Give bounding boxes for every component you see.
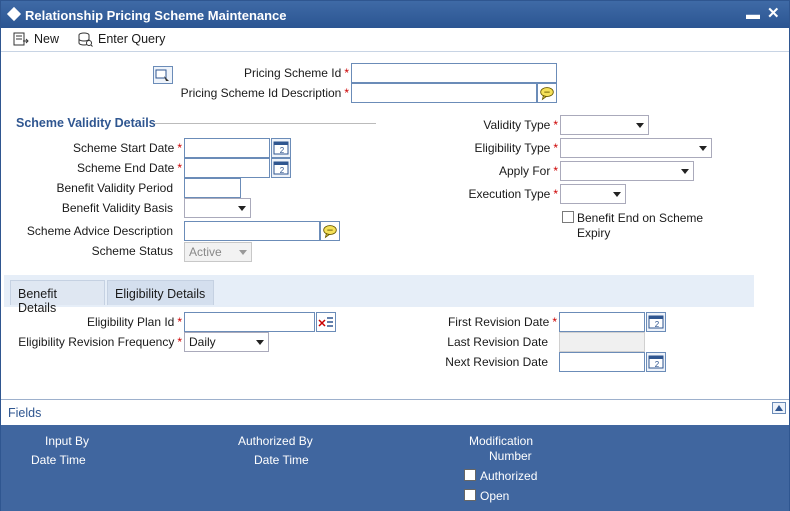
pricing-scheme-desc-input[interactable] — [351, 83, 537, 103]
chevron-down-icon — [699, 146, 707, 151]
window-title: Relationship Pricing Scheme Maintenance — [25, 8, 287, 23]
pricing-scheme-id-label: Pricing Scheme Id * — [243, 66, 349, 80]
scheme-advice-desc-label: Scheme Advice Description — [26, 224, 173, 238]
fields-link[interactable]: Fields — [8, 406, 41, 420]
pricing-scheme-id-input[interactable] — [351, 63, 557, 83]
apply-for-select[interactable] — [560, 161, 694, 181]
tab-strip: Benefit Details Eligibility Details — [4, 275, 754, 315]
calendar-icon[interactable]: 2 — [646, 352, 666, 372]
authorized-by-label: Authorized By — [238, 434, 313, 448]
advice-text-icon[interactable] — [320, 221, 340, 241]
calendar-icon[interactable]: 2 — [271, 158, 291, 178]
svg-text:2: 2 — [655, 320, 660, 329]
form-area: Pricing Scheme Id * Pricing Scheme Id Des… — [1, 53, 789, 273]
chevron-down-icon — [238, 206, 246, 211]
last-revision-date-label: Last Revision Date — [447, 335, 548, 349]
close-button[interactable]: ✕ — [767, 4, 780, 22]
new-record-icon — [13, 32, 29, 46]
window-diamond-icon — [6, 6, 22, 22]
scheme-advice-desc-input[interactable] — [184, 221, 320, 241]
svg-text:2: 2 — [280, 166, 285, 175]
eligibility-revision-frequency-label: Eligibility Revision Frequency * — [18, 335, 182, 349]
list-lookup-icon[interactable] — [316, 312, 336, 332]
first-revision-date-label: First Revision Date * — [447, 315, 557, 329]
app-window: Relationship Pricing Scheme Maintenance … — [0, 0, 790, 511]
execution-type-select[interactable] — [560, 184, 626, 204]
modification-label: Modification — [469, 434, 534, 448]
svg-text:2: 2 — [655, 360, 660, 369]
eligibility-plan-id-label: Eligibility Plan Id * — [86, 315, 182, 329]
authorized-date-time-label: Date Time — [254, 453, 309, 467]
benefit-validity-period-input[interactable] — [184, 178, 241, 198]
benefit-validity-basis-label: Benefit Validity Basis — [61, 201, 173, 215]
tab-benefit-details[interactable]: Benefit Details — [10, 280, 105, 315]
benefit-end-checkbox[interactable] — [562, 211, 574, 223]
scheme-start-date-input[interactable] — [184, 138, 270, 158]
modification-number-label: Number — [489, 449, 532, 463]
eligibility-plan-id-input[interactable] — [184, 312, 315, 332]
new-button-label: New — [34, 32, 60, 46]
fields-bar: Fields — [1, 399, 789, 425]
new-button[interactable]: New — [13, 30, 59, 48]
benefit-validity-basis-select[interactable] — [184, 198, 251, 218]
scheme-status-label: Scheme Status — [91, 244, 173, 258]
desc-text-icon[interactable] — [537, 83, 557, 103]
audit-footer: Input By Date Time Authorized By Date Ti… — [1, 425, 789, 511]
calendar-icon[interactable]: 2 — [271, 138, 291, 158]
chevron-down-icon — [681, 169, 689, 174]
first-revision-date-input[interactable] — [559, 312, 645, 332]
pricing-scheme-desc-label: Pricing Scheme Id Description * — [180, 86, 349, 100]
scheme-status-select: Active — [184, 242, 252, 262]
enter-query-button-label: Enter Query — [98, 32, 166, 46]
open-checkbox[interactable] — [464, 489, 476, 501]
eligibility-revision-frequency-select[interactable]: Daily — [184, 332, 269, 352]
validity-type-select[interactable] — [560, 115, 649, 135]
next-revision-date-input[interactable] — [559, 352, 645, 372]
input-date-time-label: Date Time — [31, 453, 86, 467]
benefit-end-label: Benefit End on Scheme Expiry — [577, 211, 704, 240]
last-revision-date-field — [559, 332, 645, 352]
next-revision-date-label: Next Revision Date — [445, 355, 548, 369]
input-by-label: Input By — [45, 434, 90, 448]
toolbar: New Enter Query — [1, 28, 789, 52]
chevron-down-icon — [256, 340, 264, 345]
eligibility-type-label: Eligibility Type * — [474, 141, 559, 155]
svg-text:2: 2 — [280, 146, 285, 155]
tab-eligibility-details[interactable]: Eligibility Details — [107, 280, 214, 305]
chevron-down-icon — [613, 192, 621, 197]
minimize-button[interactable]: ▬ — [746, 6, 760, 22]
authorized-checkbox[interactable] — [464, 469, 476, 481]
scheme-end-date-label: Scheme End Date * — [76, 161, 182, 175]
benefit-validity-period-label: Benefit Validity Period — [56, 181, 173, 195]
section-divider — [154, 123, 376, 124]
validity-type-label: Validity Type * — [483, 118, 558, 132]
chevron-down-icon — [636, 123, 644, 128]
enter-query-button[interactable]: Enter Query — [77, 30, 165, 48]
scheme-start-date-label: Scheme Start Date * — [72, 141, 182, 155]
scheme-validity-section-title: Scheme Validity Details — [16, 116, 156, 130]
title-bar: Relationship Pricing Scheme Maintenance … — [1, 1, 789, 28]
collapse-up-icon[interactable] — [772, 402, 786, 414]
chevron-down-icon — [239, 250, 247, 255]
query-icon — [78, 32, 93, 47]
eligibility-type-select[interactable] — [560, 138, 712, 158]
scheme-end-date-input[interactable] — [184, 158, 270, 178]
open-label: Open — [480, 489, 510, 503]
apply-for-label: Apply For * — [498, 164, 558, 178]
execution-type-label: Execution Type * — [468, 187, 558, 201]
scheme-lookup-icon[interactable] — [153, 65, 173, 85]
calendar-icon[interactable]: 2 — [646, 312, 666, 332]
authorized-label: Authorized — [480, 469, 538, 483]
